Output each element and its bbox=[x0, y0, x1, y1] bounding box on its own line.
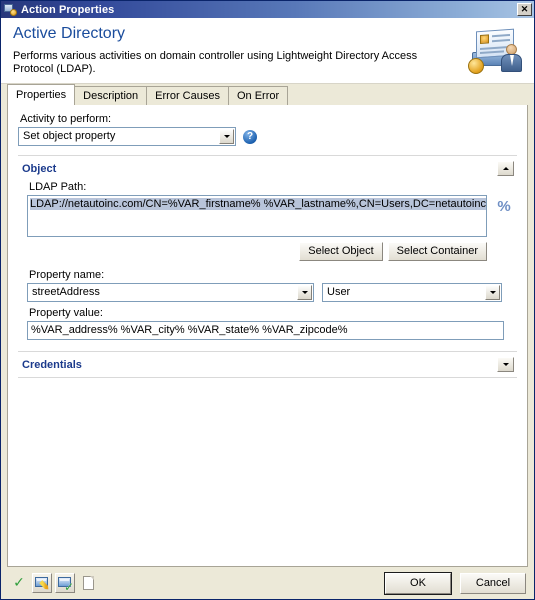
new-document-icon[interactable] bbox=[78, 573, 98, 593]
window-title: Action Properties bbox=[21, 3, 115, 16]
property-name-row: streetAddress User bbox=[27, 283, 513, 302]
tab-bar: Properties Description Error Causes On E… bbox=[1, 84, 534, 105]
object-button-row: Select Object Select Container bbox=[27, 242, 513, 261]
select-container-button[interactable]: Select Container bbox=[387, 242, 487, 261]
chevron-down-icon[interactable] bbox=[497, 357, 514, 372]
page-subtitle: Performs various activities on domain co… bbox=[13, 50, 418, 76]
ldap-path-value: LDAP://netautoinc.com/CN=%VAR_firstname%… bbox=[30, 198, 486, 210]
credentials-section-title: Credentials bbox=[22, 358, 82, 371]
object-class-value: User bbox=[327, 286, 351, 298]
tab-error-causes[interactable]: Error Causes bbox=[146, 86, 229, 105]
property-value-label: Property value: bbox=[29, 307, 103, 319]
property-name-dropdown[interactable]: streetAddress bbox=[27, 283, 314, 302]
activity-dropdown[interactable]: Set object property bbox=[18, 127, 236, 146]
chevron-down-icon[interactable] bbox=[485, 285, 500, 300]
object-class-dropdown[interactable]: User bbox=[322, 283, 502, 302]
dialog-header: Active Directory Performs various activi… bbox=[1, 18, 534, 84]
object-section-header[interactable]: Object bbox=[18, 156, 517, 181]
ldap-path-input[interactable]: LDAP://netautoinc.com/CN=%VAR_firstname%… bbox=[27, 195, 487, 237]
tab-properties[interactable]: Properties bbox=[7, 84, 76, 105]
page-title: Active Directory bbox=[13, 25, 126, 42]
action-properties-dialog: Action Properties ✕ Active Directory Per… bbox=[0, 0, 535, 600]
property-name-value: streetAddress bbox=[32, 286, 100, 298]
object-section-body: LDAP Path: LDAP://netautoinc.com/CN=%VAR… bbox=[18, 181, 517, 340]
percent-variable-icon[interactable]: % bbox=[495, 197, 513, 217]
dialog-footer: ✓ ✓ OK Cancel bbox=[1, 567, 534, 599]
close-icon[interactable]: ✕ bbox=[517, 3, 532, 16]
help-question-icon[interactable]: ? bbox=[243, 129, 257, 144]
chevron-down-icon[interactable] bbox=[297, 285, 312, 300]
chevron-up-icon[interactable] bbox=[497, 161, 514, 176]
ok-button[interactable]: OK bbox=[384, 571, 452, 595]
activity-label: Activity to perform: bbox=[20, 113, 112, 125]
cancel-button[interactable]: Cancel bbox=[460, 572, 526, 594]
property-value-input[interactable]: %VAR_address% %VAR_city% %VAR_state% %VA… bbox=[27, 321, 504, 340]
select-object-button[interactable]: Select Object bbox=[299, 242, 383, 261]
activity-row: Set object property ? bbox=[18, 127, 517, 146]
credentials-bottom-divider bbox=[18, 377, 517, 378]
active-directory-icon bbox=[468, 26, 522, 76]
properties-panel: Activity to perform: Set object property… bbox=[7, 104, 528, 567]
object-section-title: Object bbox=[22, 162, 57, 175]
activity-dropdown-value: Set object property bbox=[23, 130, 116, 142]
edit-action-icon[interactable] bbox=[32, 573, 52, 593]
tab-on-error[interactable]: On Error bbox=[227, 86, 289, 105]
chevron-down-icon[interactable] bbox=[219, 129, 234, 144]
ldap-path-label: LDAP Path: bbox=[29, 181, 87, 193]
title-bar: Action Properties ✕ bbox=[1, 1, 534, 18]
validate-icon[interactable]: ✓ bbox=[9, 573, 29, 593]
credentials-section-header[interactable]: Credentials bbox=[18, 352, 517, 377]
action-properties-icon bbox=[4, 3, 17, 16]
property-name-label: Property name: bbox=[29, 269, 105, 281]
ldap-path-row: LDAP://netautoinc.com/CN=%VAR_firstname%… bbox=[27, 195, 513, 237]
test-action-icon[interactable]: ✓ bbox=[55, 573, 75, 593]
tab-description[interactable]: Description bbox=[74, 86, 148, 105]
